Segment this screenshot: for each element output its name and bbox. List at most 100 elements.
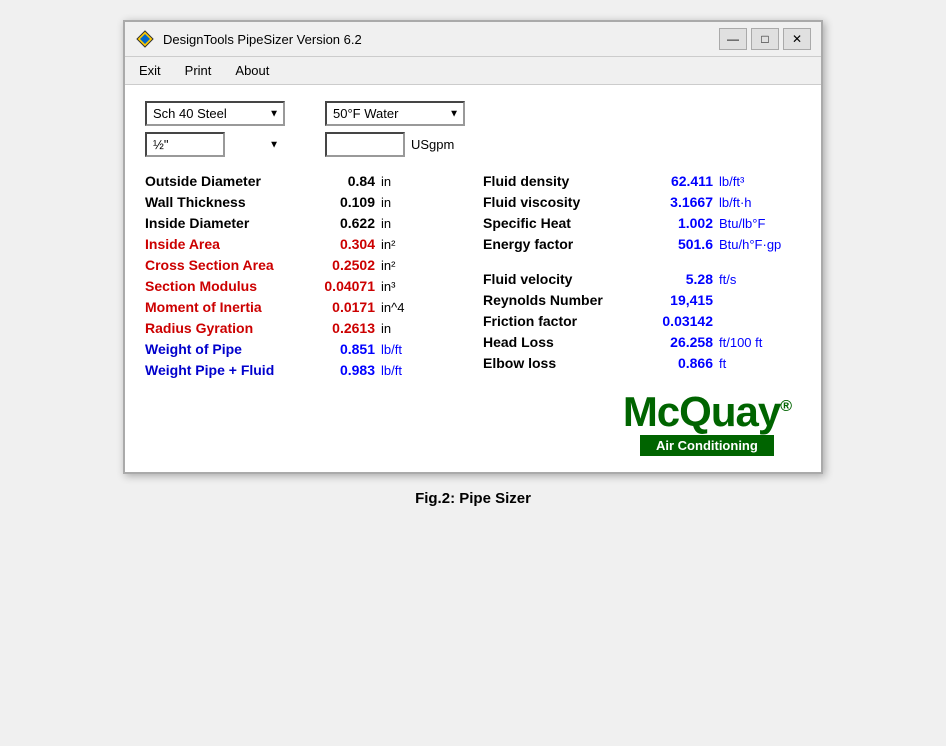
fluid-prop-label-3: Energy factor [483,236,643,252]
flow-unit-label: USgpm [411,137,454,152]
table-row: Radius Gyration 0.2613 in [145,320,463,336]
prop-value-1: 0.109 [305,194,375,210]
fluid-prop-value-3: 501.6 [643,236,713,252]
menu-print[interactable]: Print [181,61,216,80]
main-window: DesignTools PipeSizer Version 6.2 — □ ✕ … [123,20,823,474]
table-row: Reynolds Number 19,415 [483,292,801,308]
app-icon [135,29,155,49]
flow-prop-label-2: Friction factor [483,313,643,329]
table-row: Energy factor 501.6 Btu/h°F·gp [483,236,801,252]
flow-prop-value-4: 0.866 [643,355,713,371]
flow-prop-value-3: 26.258 [643,334,713,350]
prop-value-8: 0.851 [305,341,375,357]
fluid-prop-label-1: Fluid viscosity [483,194,643,210]
fluid-prop-label-2: Specific Heat [483,215,643,231]
table-row: Fluid density 62.411 lb/ft³ [483,173,801,189]
flow-prop-value-0: 5.28 [643,271,713,287]
prop-label-4: Cross Section Area [145,257,305,273]
prop-label-3: Inside Area [145,236,305,252]
table-row: Specific Heat 1.002 Btu/lb°F [483,215,801,231]
prop-value-2: 0.622 [305,215,375,231]
prop-unit-4: in² [381,258,395,273]
pipe-size-select[interactable]: ¼" 3/8" ½" ¾" 1" 1¼" 1½" 2" [145,132,225,157]
brand-name: McQuay® [623,391,791,433]
window-controls: — □ ✕ [719,28,811,50]
prop-unit-2: in [381,216,391,231]
left-controls: Sch 40 Steel Sch 80 Steel Copper Type K … [145,101,285,157]
table-row: Moment of Inertia 0.0171 in^4 [145,299,463,315]
registered-symbol: ® [780,398,791,415]
prop-label-6: Moment of Inertia [145,299,305,315]
pipe-material-select[interactable]: Sch 40 Steel Sch 80 Steel Copper Type K … [145,101,285,126]
table-row: Friction factor 0.03142 [483,313,801,329]
controls-row: Sch 40 Steel Sch 80 Steel Copper Type K … [145,101,801,157]
flow-prop-label-0: Fluid velocity [483,271,643,287]
pipe-select-wrapper[interactable]: Sch 40 Steel Sch 80 Steel Copper Type K … [145,101,285,126]
menu-bar: Exit Print About [125,57,821,85]
flow-rate-input[interactable] [325,132,405,157]
prop-value-5: 0.04071 [305,278,375,294]
prop-label-1: Wall Thickness [145,194,305,210]
pipe-size-select-wrapper[interactable]: ¼" 3/8" ½" ¾" 1" 1¼" 1½" 2" [145,132,285,157]
fluid-prop-value-0: 62.411 [643,173,713,189]
flow-prop-unit-3: ft/100 ft [719,335,762,350]
flow-prop-unit-0: ft/s [719,272,736,287]
table-row: Cross Section Area 0.2502 in² [145,257,463,273]
main-content: Sch 40 Steel Sch 80 Steel Copper Type K … [125,85,821,472]
table-row: Fluid velocity 5.28 ft/s [483,271,801,287]
maximize-button[interactable]: □ [751,28,779,50]
table-row: Elbow loss 0.866 ft [483,355,801,371]
fluid-prop-unit-0: lb/ft³ [719,174,744,189]
fluid-prop-unit-2: Btu/lb°F [719,216,765,231]
prop-label-9: Weight Pipe + Fluid [145,362,305,378]
flow-prop-label-3: Head Loss [483,334,643,350]
table-row: Inside Diameter 0.622 in [145,215,463,231]
brand-text: McQuay [623,388,780,435]
table-row: Weight of Pipe 0.851 lb/ft [145,341,463,357]
menu-about[interactable]: About [231,61,273,80]
prop-unit-6: in^4 [381,300,404,315]
close-button[interactable]: ✕ [783,28,811,50]
fluid-prop-value-2: 1.002 [643,215,713,231]
fluid-prop-value-1: 3.1667 [643,194,713,210]
fluid-prop-unit-1: lb/ft·h [719,195,752,210]
data-section: Outside Diameter 0.84 in Wall Thickness … [145,173,801,456]
flow-prop-label-4: Elbow loss [483,355,643,371]
fluid-prop-label-0: Fluid density [483,173,643,189]
table-row: Wall Thickness 0.109 in [145,194,463,210]
right-controls: 50°F Water 60°F Water 70°F Water 80°F Wa… [325,101,465,157]
prop-unit-8: lb/ft [381,342,402,357]
menu-exit[interactable]: Exit [135,61,165,80]
divider-space [483,257,801,271]
table-row: Weight Pipe + Fluid 0.983 lb/ft [145,362,463,378]
table-row: Head Loss 26.258 ft/100 ft [483,334,801,350]
flow-prop-value-2: 0.03142 [643,313,713,329]
brand-tagline: Air Conditioning [640,435,774,456]
figure-caption: Fig.2: Pipe Sizer [415,490,531,507]
flow-input-row: USgpm [325,132,465,157]
prop-unit-5: in³ [381,279,395,294]
title-bar-left: DesignTools PipeSizer Version 6.2 [135,29,362,49]
prop-label-0: Outside Diameter [145,173,305,189]
fluid-prop-unit-3: Btu/h°F·gp [719,237,781,252]
flow-prop-label-1: Reynolds Number [483,292,643,308]
prop-value-4: 0.2502 [305,257,375,273]
prop-value-0: 0.84 [305,173,375,189]
prop-value-7: 0.2613 [305,320,375,336]
flow-prop-unit-4: ft [719,356,726,371]
prop-value-3: 0.304 [305,236,375,252]
table-row: Fluid viscosity 3.1667 lb/ft·h [483,194,801,210]
flow-prop-value-1: 19,415 [643,292,713,308]
left-data-panel: Outside Diameter 0.84 in Wall Thickness … [145,173,463,456]
prop-value-9: 0.983 [305,362,375,378]
prop-label-2: Inside Diameter [145,215,305,231]
table-row: Inside Area 0.304 in² [145,236,463,252]
window-title: DesignTools PipeSizer Version 6.2 [163,32,362,47]
title-bar: DesignTools PipeSizer Version 6.2 — □ ✕ [125,22,821,57]
minimize-button[interactable]: — [719,28,747,50]
fluid-select-wrapper[interactable]: 50°F Water 60°F Water 70°F Water 80°F Wa… [325,101,465,126]
prop-unit-7: in [381,321,391,336]
prop-label-8: Weight of Pipe [145,341,305,357]
table-row: Section Modulus 0.04071 in³ [145,278,463,294]
fluid-type-select[interactable]: 50°F Water 60°F Water 70°F Water 80°F Wa… [325,101,465,126]
